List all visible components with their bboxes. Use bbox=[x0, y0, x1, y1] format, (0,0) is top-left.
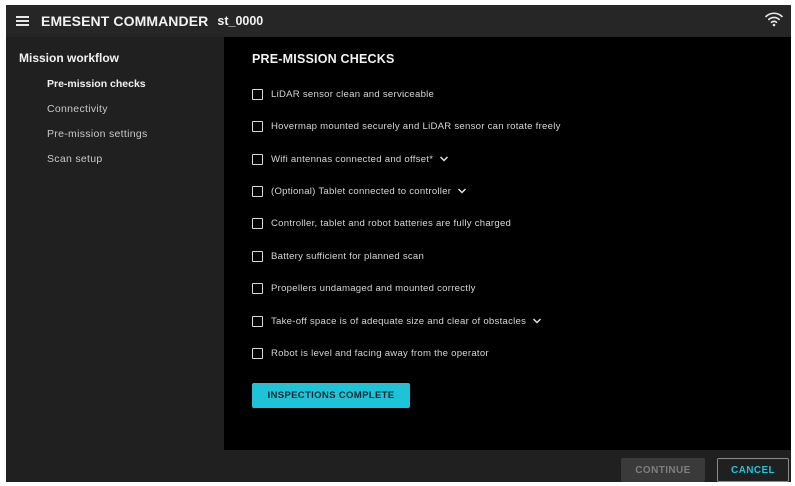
top-bar: EMESENT COMMANDER st_0000 bbox=[6, 5, 791, 37]
checkbox[interactable] bbox=[252, 315, 263, 327]
checkbox[interactable] bbox=[252, 153, 263, 165]
sidebar: Mission workflow Pre-mission checks Conn… bbox=[6, 37, 224, 482]
wifi-icon bbox=[765, 12, 783, 27]
check-wifi-antennas[interactable]: Wifi antennas connected and offset* bbox=[252, 152, 449, 166]
degree-mark: ° bbox=[402, 95, 405, 102]
check-robot-level[interactable]: Robot is level and facing away from the … bbox=[252, 346, 489, 360]
check-lidar-clean[interactable]: LiDAR sensor clean and serviceable bbox=[252, 87, 434, 101]
checkbox[interactable] bbox=[252, 282, 263, 294]
chevron-down-icon[interactable] bbox=[439, 155, 449, 163]
checkbox[interactable] bbox=[252, 250, 263, 262]
checkbox[interactable] bbox=[252, 185, 263, 197]
sidebar-item-scan-setup[interactable]: Scan setup bbox=[47, 153, 103, 165]
footer-bar: CONTINUE CANCEL bbox=[6, 450, 791, 482]
check-label: Take-off space is of adequate size and c… bbox=[271, 315, 527, 327]
cancel-button[interactable]: CANCEL bbox=[717, 458, 789, 482]
main-panel: PRE-MISSION CHECKS LiDAR sensor clean an… bbox=[224, 37, 791, 450]
check-hovermap-mounted[interactable]: Hovermap mounted securely and LiDAR sens… bbox=[252, 119, 561, 133]
check-tablet-connected[interactable]: (Optional) Tablet connected to controlle… bbox=[252, 184, 467, 198]
checkbox[interactable] bbox=[252, 120, 263, 132]
sidebar-item-pre-mission-settings[interactable]: Pre-mission settings bbox=[47, 128, 148, 140]
check-label: Battery sufficient for planned scan bbox=[271, 250, 425, 262]
check-batteries-charged[interactable]: Controller, tablet and robot batteries a… bbox=[252, 216, 511, 230]
checkbox[interactable] bbox=[252, 88, 263, 100]
check-label: Robot is level and facing away from the … bbox=[271, 347, 489, 359]
check-label: Hovermap mounted securely and LiDAR sens… bbox=[271, 120, 561, 132]
check-propellers[interactable]: Propellers undamaged and mounted correct… bbox=[252, 281, 476, 295]
check-label: Propellers undamaged and mounted correct… bbox=[271, 282, 476, 294]
check-battery-sufficient[interactable]: Battery sufficient for planned scan bbox=[252, 249, 424, 263]
sidebar-item-pre-mission-checks[interactable]: Pre-mission checks bbox=[47, 78, 146, 90]
continue-button[interactable]: CONTINUE bbox=[621, 458, 705, 482]
inspections-complete-button[interactable]: INSPECTIONS COMPLETE bbox=[252, 383, 410, 408]
page-title: PRE-MISSION CHECKS bbox=[252, 52, 395, 66]
check-takeoff-space[interactable]: Take-off space is of adequate size and c… bbox=[252, 314, 542, 328]
check-label: LiDAR sensor clean and serviceable bbox=[271, 88, 435, 100]
app-title: EMESENT COMMANDER bbox=[41, 13, 209, 29]
hamburger-menu-icon[interactable] bbox=[16, 15, 32, 27]
chevron-down-icon[interactable] bbox=[457, 187, 467, 195]
check-label: (Optional) Tablet connected to controlle… bbox=[271, 185, 452, 197]
check-label: Controller, tablet and robot batteries a… bbox=[271, 217, 512, 229]
sidebar-heading: Mission workflow bbox=[19, 51, 120, 65]
chevron-down-icon[interactable] bbox=[532, 317, 542, 325]
sidebar-item-connectivity[interactable]: Connectivity bbox=[47, 103, 108, 115]
checkbox[interactable] bbox=[252, 217, 263, 229]
app-window: EMESENT COMMANDER st_0000 Mission workfl… bbox=[6, 5, 791, 482]
session-id: st_0000 bbox=[217, 14, 264, 28]
check-label: Wifi antennas connected and offset* bbox=[271, 153, 434, 165]
checkbox[interactable] bbox=[252, 347, 263, 359]
